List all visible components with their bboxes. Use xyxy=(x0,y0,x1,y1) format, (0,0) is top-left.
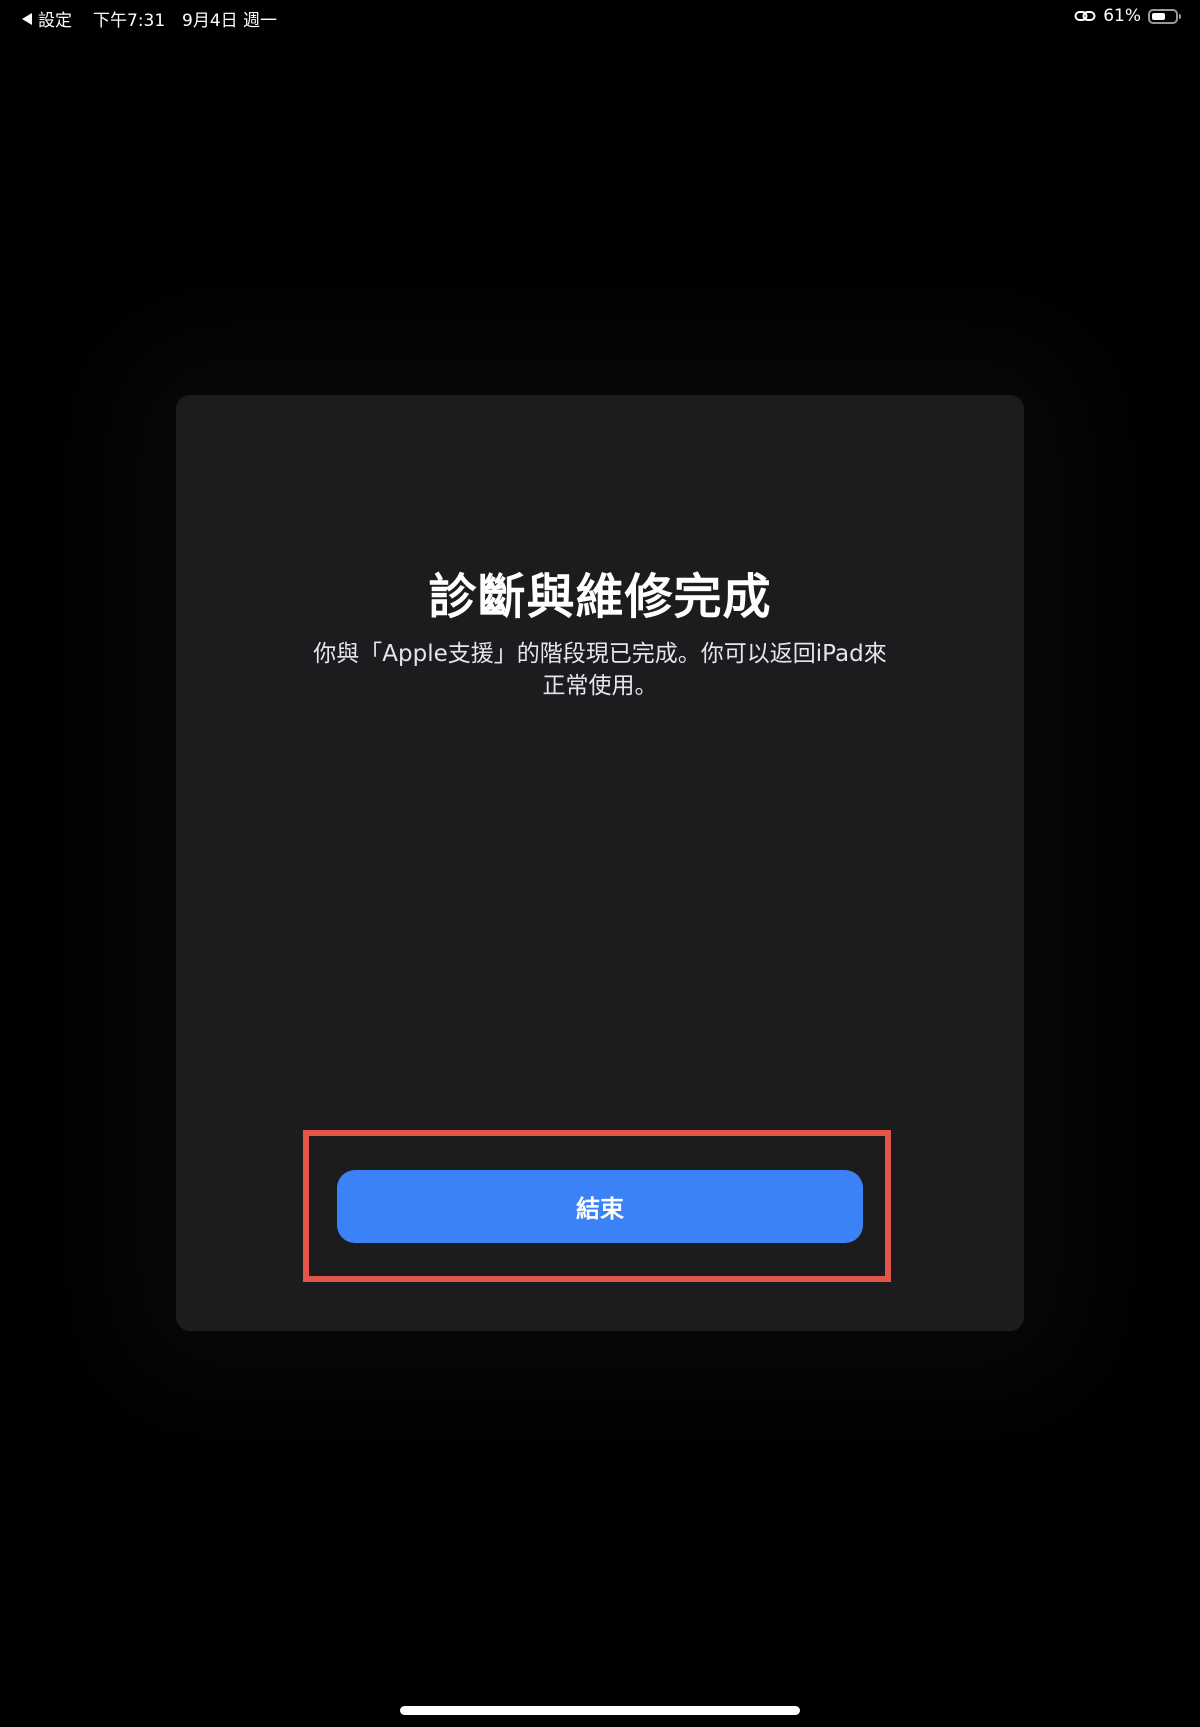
finish-button[interactable]: 結束 xyxy=(337,1170,863,1243)
home-indicator[interactable] xyxy=(400,1706,800,1715)
status-indicators: 61% xyxy=(1074,6,1181,26)
status-date: 9月4日 週一 xyxy=(182,11,278,31)
battery-fill xyxy=(1152,12,1165,20)
status-bar: 設定 下午7:31 9月4日 週一 61% xyxy=(0,0,1200,36)
status-time: 下午7:31 xyxy=(93,11,166,31)
battery-percent: 61% xyxy=(1103,6,1141,26)
back-to-settings-link[interactable]: 設定 xyxy=(22,6,72,31)
sheet-description: 你與「Apple支援」的階段現已完成。你可以返回iPad來正常使用。 xyxy=(313,641,887,699)
back-triangle-icon xyxy=(22,12,32,25)
link-icon xyxy=(1074,9,1096,23)
battery-icon xyxy=(1148,8,1181,24)
battery-cap xyxy=(1179,13,1181,19)
sheet-title: 診斷與維修完成 xyxy=(428,569,772,625)
back-label: 設定 xyxy=(38,11,72,31)
